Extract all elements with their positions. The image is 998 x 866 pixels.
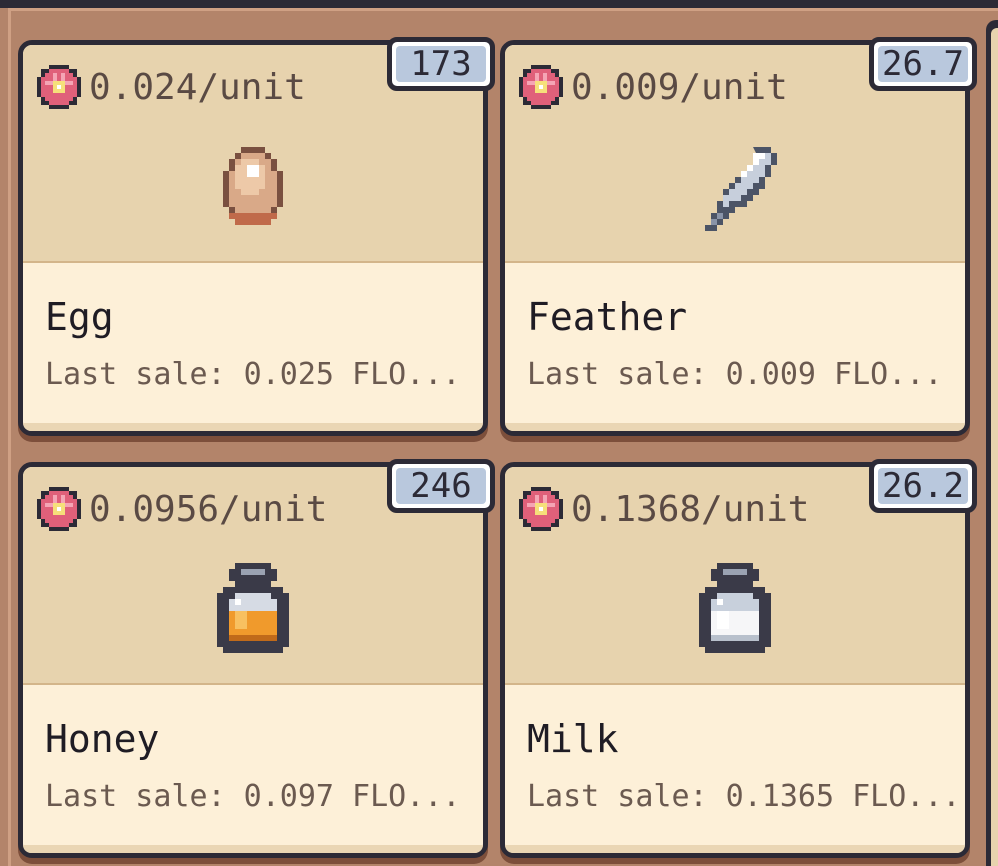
egg-icon <box>223 147 283 225</box>
price-text: 0.009/unit <box>571 66 788 108</box>
price-per-unit: 0.024/unit <box>37 65 306 109</box>
next-column-edge <box>986 20 998 866</box>
quantity-value: 173 <box>396 44 486 84</box>
last-sale: Last sale: 0.097 FLO... <box>45 779 461 814</box>
item-name: Egg <box>45 295 114 339</box>
price-per-unit: 0.1368/unit <box>519 487 809 531</box>
item-name: Honey <box>45 717 160 761</box>
price-text: 0.024/unit <box>89 66 306 108</box>
quantity-badge: 173 <box>387 37 495 91</box>
price-text: 0.0956/unit <box>89 488 328 530</box>
market-card-honey[interactable]: 0.0956/unit 246 Honey Last sale: 0.097 F… <box>18 459 495 858</box>
price-per-unit: 0.009/unit <box>519 65 788 109</box>
flower-icon <box>519 487 563 531</box>
item-name: Milk <box>527 717 619 761</box>
flower-icon <box>37 65 81 109</box>
last-sale: Last sale: 0.1365 FLO... <box>527 779 961 814</box>
quantity-value: 246 <box>396 466 486 506</box>
last-sale: Last sale: 0.025 FLO... <box>45 357 461 392</box>
last-sale: Last sale: 0.009 FLO... <box>527 357 943 392</box>
price-per-unit: 0.0956/unit <box>37 487 327 531</box>
flower-icon <box>519 65 563 109</box>
market-card-milk[interactable]: 0.1368/unit 26.2 Milk Last sale: 0.1365 … <box>500 459 977 858</box>
honey-jar-icon <box>217 563 289 653</box>
item-name: Feather <box>527 295 688 339</box>
market-card-feather[interactable]: 0.009/unit 26.7 Feather Last sale: 0.009… <box>500 37 977 436</box>
milk-jar-icon <box>699 563 771 653</box>
market-card-egg[interactable]: 0.024/unit 173 Egg Last sale: 0.025 FLO.… <box>18 37 495 436</box>
quantity-badge: 26.2 <box>869 459 977 513</box>
quantity-badge: 246 <box>387 459 495 513</box>
quantity-value: 26.7 <box>878 44 968 84</box>
feather-icon <box>705 147 777 231</box>
top-border <box>0 0 998 8</box>
price-text: 0.1368/unit <box>571 488 810 530</box>
flower-icon <box>37 487 81 531</box>
quantity-badge: 26.7 <box>869 37 977 91</box>
quantity-value: 26.2 <box>878 466 968 506</box>
